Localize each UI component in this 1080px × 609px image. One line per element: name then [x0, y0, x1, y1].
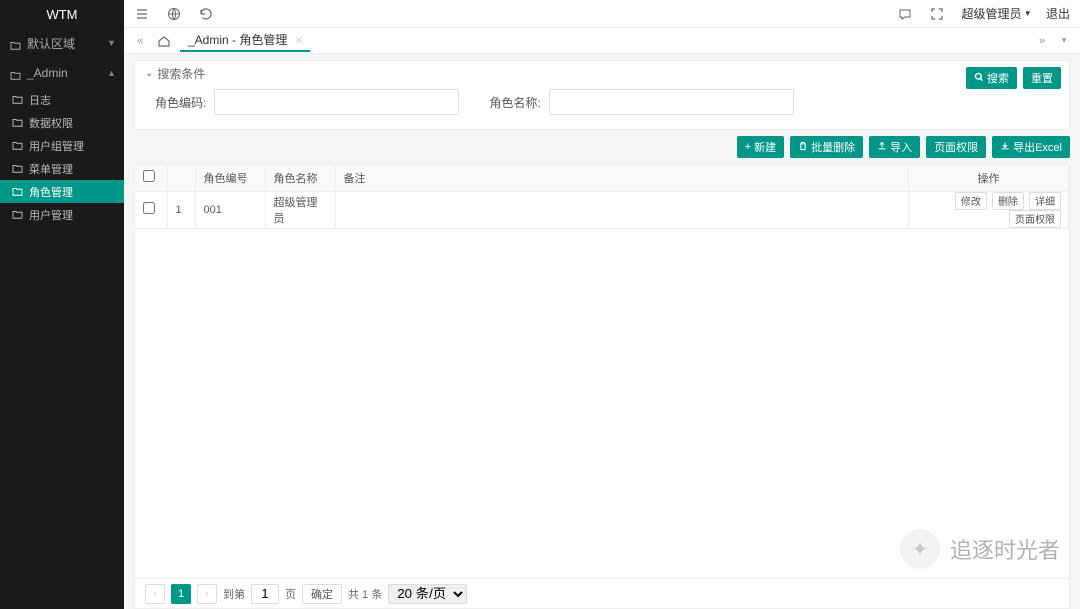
folder-icon — [12, 95, 23, 104]
sidebar-group-admin[interactable]: _Admin ▴ — [0, 58, 124, 88]
row-page-perm-button[interactable]: 页面权限 — [1009, 210, 1061, 228]
menu-toggle-icon[interactable] — [134, 6, 150, 22]
folder-icon — [12, 210, 23, 219]
sidebar-group-label: _Admin — [27, 66, 68, 80]
tabs-prev-icon[interactable]: « — [132, 33, 148, 49]
pager-page-unit: 页 — [285, 586, 296, 602]
pager-goto-input[interactable] — [251, 584, 279, 604]
row-name: 超级管理员 — [265, 191, 335, 228]
sidebar-group-label: 默认区域 — [27, 35, 75, 52]
tab-role[interactable]: _Admin - 角色管理 × — [180, 29, 310, 52]
col-code: 角色编号 — [195, 165, 265, 191]
fullscreen-icon[interactable] — [929, 6, 945, 22]
tab-title: _Admin - 角色管理 — [188, 31, 287, 48]
plus-icon: + — [745, 141, 751, 153]
folder-icon — [12, 187, 23, 196]
search-icon — [974, 72, 984, 85]
chevron-down-icon: ▾ — [1025, 8, 1030, 19]
sidebar-group-default[interactable]: 默认区域 ▾ — [0, 28, 124, 58]
import-button[interactable]: 导入 — [869, 136, 920, 158]
message-icon[interactable] — [897, 6, 913, 22]
trash-icon — [798, 141, 808, 154]
row-remark — [335, 191, 909, 228]
pager-total: 共 1 条 — [348, 586, 382, 602]
select-all-checkbox[interactable] — [143, 170, 155, 182]
sidebar-item-user[interactable]: 用户管理 — [0, 203, 124, 226]
main: 超级管理员 ▾ 退出 « _Admin - 角色管理 × » ▾ ⌄ 搜索条件 — [124, 0, 1080, 609]
page-perm-button[interactable]: 页面权限 — [926, 136, 986, 158]
export-button[interactable]: 导出Excel — [992, 136, 1070, 158]
pager: ‹ 1 › 到第 页 确定 共 1 条 20 条/页 — [135, 578, 1069, 608]
col-name: 角色名称 — [265, 165, 335, 191]
name-input[interactable] — [549, 89, 794, 115]
add-button[interactable]: +新建 — [737, 136, 784, 158]
tabbar: « _Admin - 角色管理 × » ▾ — [124, 28, 1080, 54]
folder-icon — [12, 118, 23, 127]
edit-button[interactable]: 修改 — [955, 192, 987, 210]
code-input[interactable] — [214, 89, 459, 115]
col-remark: 备注 — [335, 165, 909, 191]
chevron-down-icon: ▾ — [109, 38, 114, 49]
search-panel: ⌄ 搜索条件 角色编码: 角色名称: 搜索 重置 — [134, 60, 1070, 130]
sidebar-item-label: 用户管理 — [29, 207, 73, 223]
refresh-icon[interactable] — [198, 6, 214, 22]
row-index: 1 — [167, 191, 195, 228]
sidebar: WTM 默认区域 ▾ _Admin ▴ 日志 数据权限 用户组管理 菜单管理 角… — [0, 0, 124, 609]
pager-size-select[interactable]: 20 条/页 — [388, 584, 467, 604]
pager-confirm-button[interactable]: 确定 — [302, 584, 342, 604]
folder-icon — [12, 141, 23, 150]
row-code: 001 — [195, 191, 265, 228]
logout-link[interactable]: 退出 — [1046, 5, 1070, 22]
sidebar-item-log[interactable]: 日志 — [0, 88, 124, 111]
delete-button[interactable]: 删除 — [992, 192, 1024, 210]
folder-icon — [10, 69, 21, 78]
home-icon[interactable] — [156, 33, 172, 49]
batch-delete-button[interactable]: 批量删除 — [790, 136, 863, 158]
folder-icon — [12, 164, 23, 173]
upload-icon — [877, 141, 887, 154]
chevron-down-icon: ⌄ — [145, 68, 153, 79]
topbar: 超级管理员 ▾ 退出 — [124, 0, 1080, 28]
code-label: 角色编码: — [155, 94, 206, 111]
col-index — [167, 165, 195, 191]
chevron-up-icon: ▴ — [109, 68, 114, 79]
close-icon[interactable]: × — [295, 33, 302, 47]
content: ⌄ 搜索条件 角色编码: 角色名称: 搜索 重置 — [124, 54, 1080, 609]
sidebar-item-data-perm[interactable]: 数据权限 — [0, 111, 124, 134]
table: 角色编号 角色名称 备注 操作 1 001 超级管理员 修改 — [134, 164, 1070, 609]
tabs-next-icon[interactable]: » — [1034, 33, 1050, 49]
folder-icon — [10, 39, 21, 48]
reset-button[interactable]: 重置 — [1023, 67, 1061, 89]
globe-icon[interactable] — [166, 6, 182, 22]
table-row: 1 001 超级管理员 修改 删除 详细 页面权限 — [135, 191, 1069, 228]
sidebar-item-label: 角色管理 — [29, 184, 73, 200]
pager-next[interactable]: › — [197, 584, 217, 604]
col-ops: 操作 — [909, 165, 1069, 191]
sidebar-item-label: 用户组管理 — [29, 138, 84, 154]
user-menu[interactable]: 超级管理员 ▾ — [961, 5, 1030, 22]
search-button[interactable]: 搜索 — [966, 67, 1017, 89]
username: 超级管理员 — [961, 5, 1021, 22]
name-label: 角色名称: — [489, 94, 540, 111]
pager-prev[interactable]: ‹ — [145, 584, 165, 604]
sidebar-item-label: 日志 — [29, 92, 51, 108]
sidebar-item-menu[interactable]: 菜单管理 — [0, 157, 124, 180]
pager-goto-label: 到第 — [223, 586, 245, 602]
app-logo: WTM — [0, 0, 124, 28]
row-checkbox[interactable] — [143, 202, 155, 214]
tabs-menu-icon[interactable]: ▾ — [1056, 33, 1072, 49]
sidebar-item-role[interactable]: 角色管理 — [0, 180, 124, 203]
detail-button[interactable]: 详细 — [1029, 192, 1061, 210]
pager-page-1[interactable]: 1 — [171, 584, 191, 604]
action-bar: +新建 批量删除 导入 页面权限 导出Excel — [134, 136, 1070, 158]
search-title: 搜索条件 — [157, 65, 205, 82]
download-icon — [1000, 141, 1010, 154]
sidebar-item-label: 数据权限 — [29, 115, 73, 131]
sidebar-item-usergroup[interactable]: 用户组管理 — [0, 134, 124, 157]
search-toggle[interactable]: ⌄ 搜索条件 — [135, 61, 1069, 85]
sidebar-item-label: 菜单管理 — [29, 161, 73, 177]
